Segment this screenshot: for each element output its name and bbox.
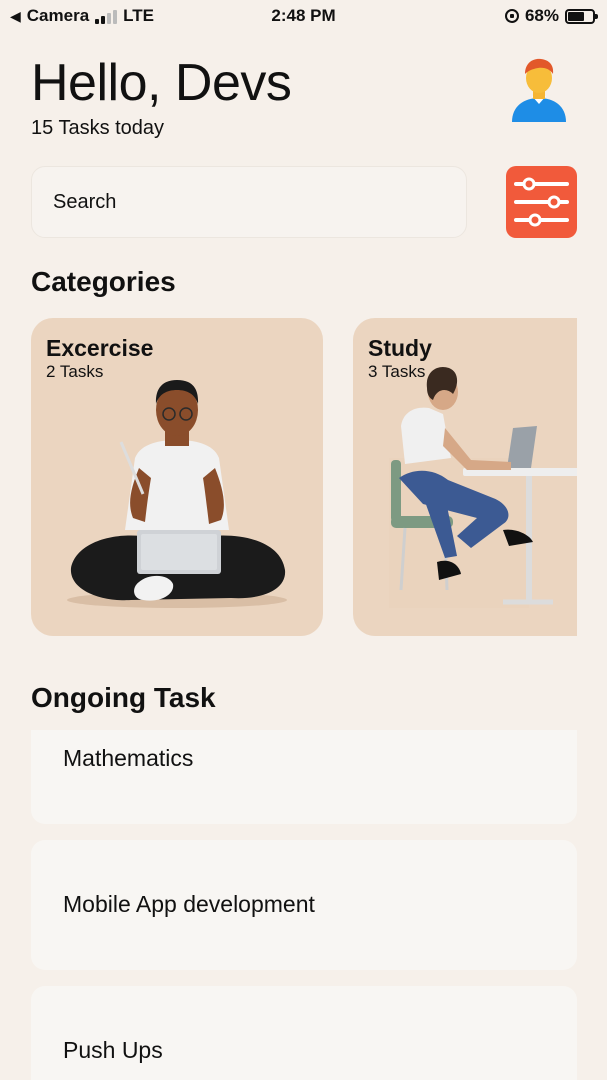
task-label: Push Ups xyxy=(63,1037,163,1063)
task-card-mathematics[interactable]: Mathematics xyxy=(31,730,577,824)
category-title: Excercise xyxy=(46,335,154,361)
orientation-lock-icon xyxy=(504,9,519,23)
category-task-count: 2 Tasks xyxy=(46,362,104,381)
status-bar: ◀ Camera LTE 2:48 PM 68% xyxy=(0,0,607,32)
category-task-count: 3 Tasks xyxy=(368,362,426,381)
greeting-title: Hello, Devs xyxy=(31,54,292,112)
task-card-mobile-app[interactable]: Mobile App development xyxy=(31,840,577,970)
categories-title: Categories xyxy=(31,266,176,297)
filter-button[interactable] xyxy=(506,166,577,238)
category-title: Study xyxy=(368,335,432,361)
task-label: Mathematics xyxy=(63,745,194,771)
category-card-study[interactable]: Study 3 Tasks xyxy=(353,318,577,636)
battery-icon xyxy=(565,8,598,24)
search-input[interactable] xyxy=(31,166,467,238)
task-label: Mobile App development xyxy=(63,891,315,917)
ongoing-task-title: Ongoing Task xyxy=(31,682,216,713)
categories-carousel[interactable]: Excercise 2 Tasks Study 3 Tasks xyxy=(31,318,577,638)
battery-percent: 68% xyxy=(524,6,559,25)
tasks-today-subtitle: 15 Tasks today xyxy=(31,117,165,139)
battery-fill xyxy=(568,11,585,21)
task-card-push-ups[interactable]: Push Ups xyxy=(31,986,577,1080)
status-right: 68% xyxy=(504,6,598,26)
sliders-icon xyxy=(514,177,569,227)
category-card-exercise[interactable]: Excercise 2 Tasks xyxy=(31,318,323,636)
person-avatar-icon[interactable] xyxy=(508,56,570,122)
